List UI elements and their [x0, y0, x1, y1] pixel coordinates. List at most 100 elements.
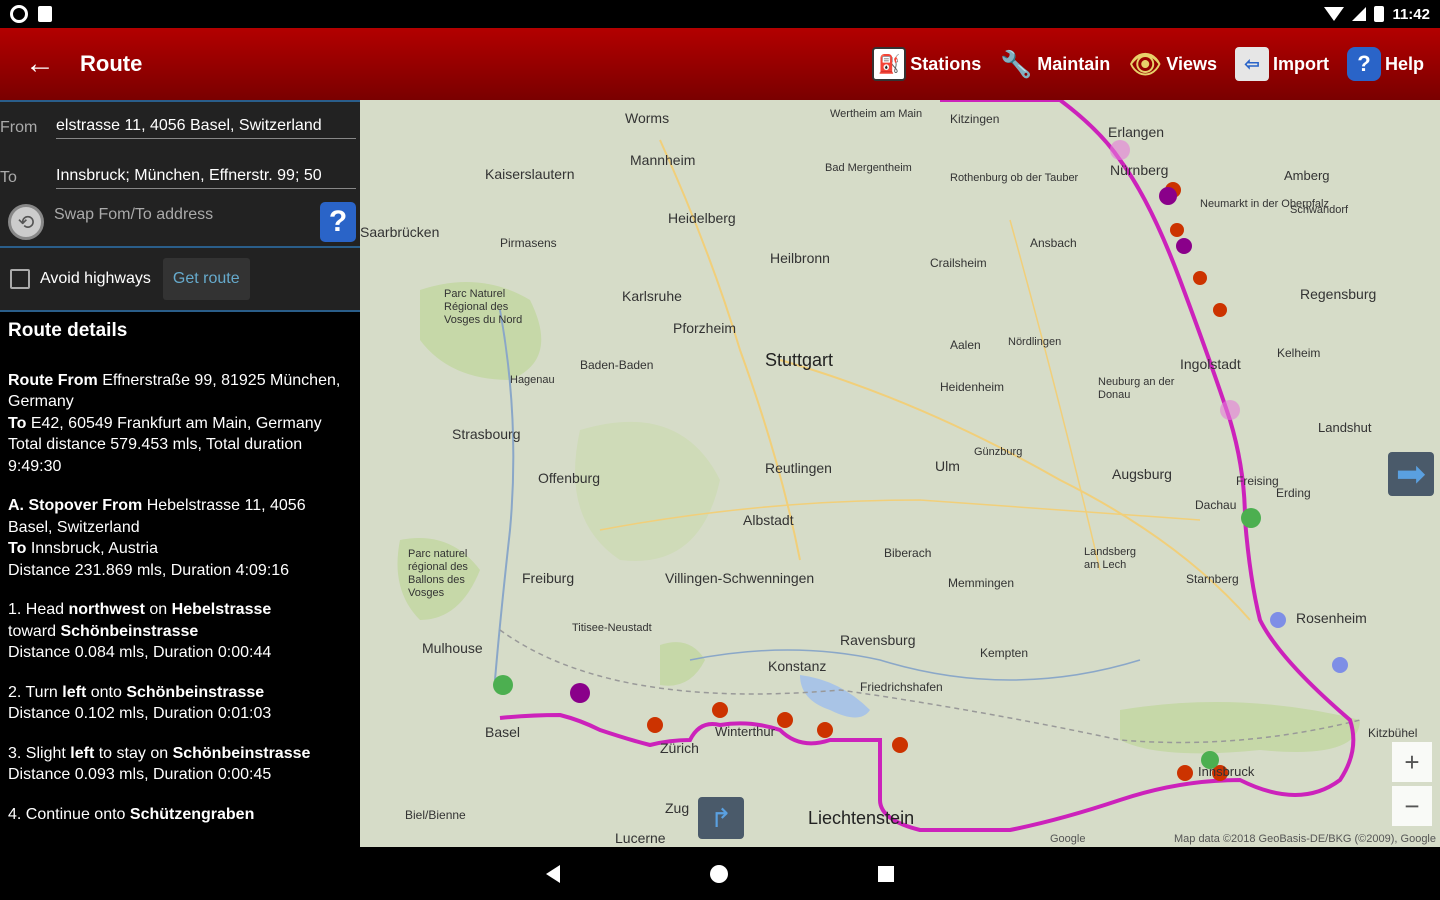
map-label: Landshut: [1318, 420, 1372, 435]
route-to-value: E42, 60549 Frankfurt am Main, Germany: [30, 414, 322, 432]
arrow-right-icon: ➡: [1395, 453, 1427, 494]
question-icon: ?: [328, 205, 348, 238]
map-label: Albstadt: [743, 512, 794, 528]
map-label: Heilbronn: [770, 250, 830, 266]
swap-icon: ⟲: [17, 211, 35, 234]
maintain-button[interactable]: 🔧 Maintain: [999, 47, 1110, 81]
map-label: Kaiserslautern: [485, 166, 575, 182]
map-label: Hagenau: [510, 374, 555, 386]
nav-home-icon[interactable]: [710, 864, 728, 883]
swap-button[interactable]: ⟲: [8, 204, 44, 240]
arrow-left-icon: ←: [25, 47, 55, 80]
turn-button[interactable]: ↱: [698, 797, 744, 839]
map-label: Nürnberg: [1110, 162, 1169, 178]
map-label: Biberach: [884, 546, 932, 560]
minus-icon: −: [1404, 790, 1420, 821]
map-label: Liechtenstein: [808, 808, 915, 828]
import-icon: ⇦: [1234, 47, 1269, 81]
back-button[interactable]: ←: [0, 28, 80, 100]
map-label: Freiburg: [522, 570, 575, 586]
map-label: Amberg: [1284, 168, 1330, 183]
map-label: Erlangen: [1108, 124, 1165, 140]
step-2: 2. Turn left onto Schönbeinstrasse Dista…: [8, 683, 272, 723]
map-label: Schwandorf: [1290, 204, 1349, 216]
step-3: 3. Slight left to stay on Schönbeinstras…: [8, 744, 311, 784]
map-label: Titisee-Neustadt: [572, 622, 652, 634]
form-help-button[interactable]: ?: [320, 202, 356, 242]
route-options: Avoid highways Get route: [0, 248, 360, 312]
help-button[interactable]: ? Help: [1346, 47, 1424, 81]
route-totals: Total distance 579.453 mls, Total durati…: [8, 436, 303, 475]
map-label: Basel: [485, 724, 521, 740]
step-4: 4. Continue onto Schützengraben: [8, 805, 255, 823]
get-route-button[interactable]: Get route: [162, 258, 250, 300]
map-label: Regensburg: [1300, 286, 1377, 302]
map-label: Konstanz: [768, 658, 827, 674]
zoom-out-button[interactable]: −: [1392, 786, 1432, 826]
map-label: Stuttgart: [765, 350, 834, 370]
stopover-totals: Distance 231.869 mls, Duration 4:09:16: [8, 561, 290, 579]
route-from-label: Route From: [8, 371, 98, 389]
map-label: Villingen-Schwenningen: [665, 570, 815, 586]
map-label: Saarbrücken: [360, 224, 440, 240]
map-label: Winterthur: [715, 724, 775, 739]
import-button[interactable]: ⇦ Import: [1234, 47, 1329, 81]
map-label: Nördlingen: [1008, 336, 1062, 348]
map-label: Landsberg am Lech: [1084, 546, 1136, 571]
avoid-highways-checkbox[interactable]: [10, 269, 30, 289]
next-arrow-button[interactable]: ➡: [1388, 452, 1434, 496]
eye-icon: 👁: [1128, 48, 1162, 79]
turn-arrow-icon: ↱: [710, 802, 732, 833]
map-label: Ansbach: [1030, 236, 1077, 250]
route-form: From elstrasse 11, 4056 Basel, Switzerla…: [0, 100, 360, 248]
help-label: Help: [1384, 53, 1424, 74]
maintain-label: Maintain: [1037, 53, 1111, 74]
fuel-pump-icon: ⛽: [872, 47, 907, 81]
stations-button[interactable]: ⛽ Stations: [872, 47, 981, 81]
map-label: Rosenheim: [1296, 610, 1367, 626]
signal-icon: [1352, 7, 1367, 21]
map-label: Augsburg: [1112, 466, 1172, 482]
route-details-heading: Route details: [8, 320, 128, 341]
to-row: To Innsbruck; München, Effnerstr. 99; 50: [0, 158, 360, 198]
views-label: Views: [1166, 53, 1217, 74]
to-input[interactable]: Innsbruck; München, Effnerstr. 99; 50: [56, 167, 356, 189]
map-label: Heidelberg: [668, 210, 736, 226]
map-label: Worms: [625, 110, 670, 126]
battery-icon: [1374, 6, 1385, 22]
map-label: Baden-Baden: [580, 358, 654, 372]
notification-icon: [10, 5, 28, 23]
map-label: Reutlingen: [765, 460, 832, 476]
plus-icon: +: [1404, 746, 1420, 777]
map-label: Mannheim: [630, 152, 696, 168]
avoid-highways-label: Avoid highways: [40, 270, 151, 287]
map-label: Günzburg: [974, 446, 1023, 458]
from-input[interactable]: elstrasse 11, 4056 Basel, Switzerland: [56, 117, 356, 139]
map-label: Strasbourg: [452, 426, 521, 442]
map-label: Ingolstadt: [1180, 356, 1241, 372]
help-icon: ?: [1346, 47, 1381, 81]
zoom-in-button[interactable]: +: [1392, 742, 1432, 782]
import-label: Import: [1272, 53, 1329, 74]
map-view[interactable]: Worms Mannheim Kaiserslautern Heidelberg…: [360, 100, 1440, 847]
nav-recents-icon[interactable]: [878, 865, 894, 882]
system-nav-bar: [0, 847, 1440, 900]
map-label: Crailsheim: [930, 256, 987, 270]
map-label: Neuburg an der Donau: [1098, 376, 1175, 401]
map-label: Ravensburg: [840, 632, 916, 648]
map-label: Heidenheim: [940, 380, 1005, 394]
nav-back-icon[interactable]: [546, 864, 560, 883]
map-label: Aalen: [950, 338, 981, 352]
map-attribution: Map data ©2018 GeoBasis-DE/BKG (©2009), …: [1173, 833, 1436, 845]
views-button[interactable]: 👁 Views: [1128, 47, 1217, 81]
map-label: Zug: [665, 800, 690, 816]
map-label: Starnberg: [1186, 572, 1239, 586]
map-label: Offenburg: [538, 470, 601, 486]
map-label: Ulm: [935, 458, 960, 474]
map-label: Kempten: [980, 646, 1029, 660]
route-details: Route details Route From Effnerstraße 99…: [0, 312, 360, 851]
map-label: Zürich: [660, 740, 699, 756]
map-label: Parc naturel régional des Ballons des Vo…: [408, 548, 468, 599]
from-row: From elstrasse 11, 4056 Basel, Switzerla…: [0, 108, 360, 148]
step-1: 1. Head northwest on Hebelstrasse toward…: [8, 601, 272, 661]
